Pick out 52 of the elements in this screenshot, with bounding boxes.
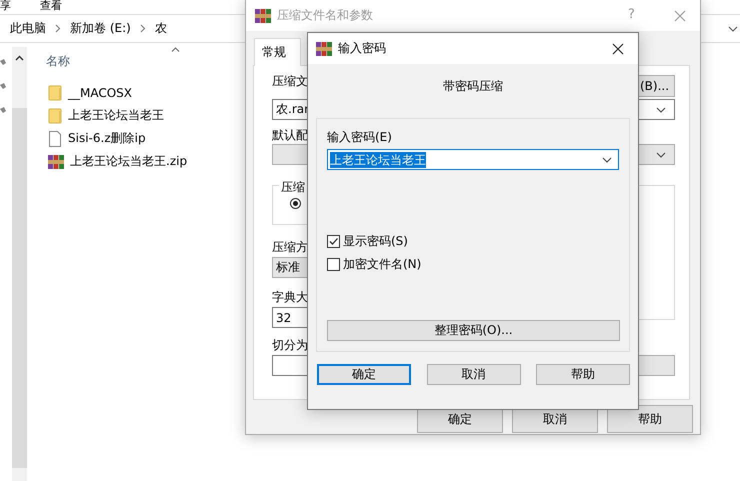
field-label: 压缩方 <box>272 240 308 254</box>
organize-button[interactable]: 整理密码(O)... <box>327 320 620 341</box>
column-header[interactable]: 名称 <box>46 53 70 70</box>
document-icon <box>48 130 62 146</box>
menu-item[interactable]: 查看 <box>40 0 62 12</box>
radio-button[interactable] <box>290 198 301 209</box>
field-label: 输入密码(E) <box>327 130 392 144</box>
books-icon <box>48 154 64 170</box>
breadcrumb-item[interactable]: 农 <box>154 20 167 37</box>
file-name[interactable]: 上老王论坛当老王 <box>68 107 164 124</box>
file-name[interactable]: Sisi-6.z删除ip <box>68 130 146 147</box>
dialog-button[interactable]: 取消 <box>426 364 520 385</box>
books-icon <box>316 40 332 56</box>
browse-button[interactable]: (B)... <box>637 75 675 97</box>
chevron-right-icon <box>140 24 146 33</box>
file-name[interactable]: 上老王论坛当老王.zip <box>70 153 188 170</box>
window-title: 输入密码 <box>338 40 386 57</box>
dialog-button[interactable]: 确定 <box>317 364 411 385</box>
books-icon <box>255 8 271 24</box>
pin-icon[interactable] <box>0 107 6 115</box>
scroll-thumb[interactable] <box>12 108 27 468</box>
password-combobox[interactable]: 上老王论坛当老王 <box>327 149 619 170</box>
checkbox[interactable] <box>327 258 340 271</box>
scroll-up-icon[interactable] <box>15 55 24 61</box>
breadcrumb-item[interactable]: 此电脑 <box>10 20 46 37</box>
checkbox-label[interactable]: 加密文件名(N) <box>343 256 422 273</box>
pin-icon[interactable] <box>0 83 6 91</box>
field-label: 默认配 <box>272 128 308 142</box>
chevron-down-icon[interactable] <box>656 152 666 158</box>
pin-icon[interactable] <box>0 59 6 67</box>
dialog-button[interactable]: 帮助 <box>536 364 630 385</box>
close-icon[interactable] <box>612 43 624 55</box>
dialog-button[interactable]: 帮助 <box>607 405 693 433</box>
chevron-right-icon <box>55 24 61 33</box>
field-label: 压缩文 <box>272 74 308 88</box>
tab[interactable]: 常规 <box>254 38 301 66</box>
chevron-down-icon[interactable] <box>656 106 666 112</box>
field-label: 字典大 <box>272 290 308 304</box>
breadcrumb-item[interactable]: 新加卷 (E:) <box>70 20 131 37</box>
checkbox-label[interactable]: 显示密码(S) <box>343 233 408 250</box>
checkbox[interactable] <box>327 235 340 248</box>
file-name[interactable]: __MACOSX <box>68 86 132 100</box>
chevron-down-icon[interactable] <box>602 156 612 162</box>
dialog-heading: 带密码压缩 <box>442 78 504 95</box>
field-label: 切分为 <box>272 338 308 352</box>
folder-icon <box>48 84 62 100</box>
folder-icon <box>48 108 62 124</box>
chevron-down-icon[interactable] <box>728 26 738 32</box>
sort-caret-icon <box>171 47 180 52</box>
window-title: 压缩文件名和参数 <box>277 7 373 24</box>
menu-item[interactable]: 享 <box>0 0 11 12</box>
scrollbar[interactable] <box>12 47 27 481</box>
